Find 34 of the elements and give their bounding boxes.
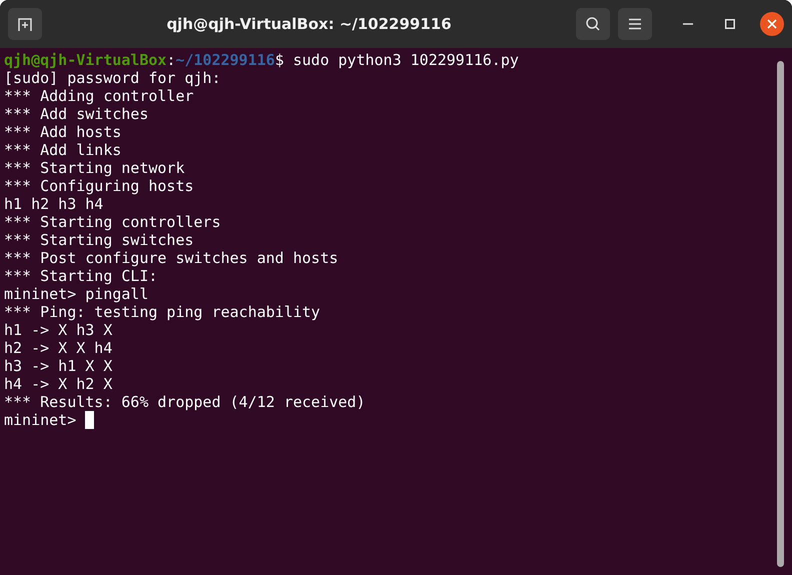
terminal-line: h4 -> X h2 X bbox=[4, 375, 112, 393]
terminal-line: *** Add links bbox=[4, 141, 122, 159]
terminal-line: h3 -> h1 X X bbox=[4, 357, 112, 375]
terminal-line: *** Add switches bbox=[4, 105, 148, 123]
terminal-line: h2 -> X X h4 bbox=[4, 339, 112, 357]
minimize-icon bbox=[683, 23, 693, 25]
terminal-line: h1 -> X h3 X bbox=[4, 321, 112, 339]
menu-button[interactable] bbox=[618, 8, 652, 40]
close-icon bbox=[767, 19, 777, 29]
terminal-line: mininet> bbox=[4, 411, 76, 429]
terminal-line: *** Starting controllers bbox=[4, 213, 221, 231]
close-button[interactable] bbox=[760, 12, 784, 36]
scrollbar[interactable] bbox=[777, 61, 784, 567]
menu-icon bbox=[628, 18, 642, 30]
terminal-line: *** Post configure switches and hosts bbox=[4, 249, 338, 267]
terminal-line: *** Adding controller bbox=[4, 87, 194, 105]
terminal-line: *** Configuring hosts bbox=[4, 177, 194, 195]
terminal-line: *** Starting network bbox=[4, 159, 185, 177]
terminal-line: [sudo] password for qjh: bbox=[4, 69, 221, 87]
terminal-line: *** Results: 66% dropped (4/12 received) bbox=[4, 393, 366, 411]
search-icon bbox=[585, 16, 601, 32]
search-button[interactable] bbox=[576, 8, 610, 40]
terminal-line: qjh@qjh-VirtualBox:~/102299116$ sudo python3 102299116.py bbox=[4, 51, 519, 69]
terminal-line: *** Ping: testing ping reachability bbox=[4, 303, 320, 321]
terminal-line: h1 h2 h3 h4 bbox=[4, 195, 104, 213]
terminal-line: mininet> pingall bbox=[4, 285, 148, 303]
terminal-line: *** Starting CLI: bbox=[4, 267, 158, 285]
terminal-line: *** Starting switches bbox=[4, 231, 194, 249]
new-tab-icon bbox=[17, 16, 33, 32]
text-cursor bbox=[85, 411, 94, 429]
new-tab-button[interactable] bbox=[8, 8, 42, 40]
maximize-icon bbox=[725, 19, 735, 29]
terminal-line: *** Add hosts bbox=[4, 123, 122, 141]
window-title: qjh@qjh-VirtualBox: ~/102299116 bbox=[166, 14, 452, 33]
